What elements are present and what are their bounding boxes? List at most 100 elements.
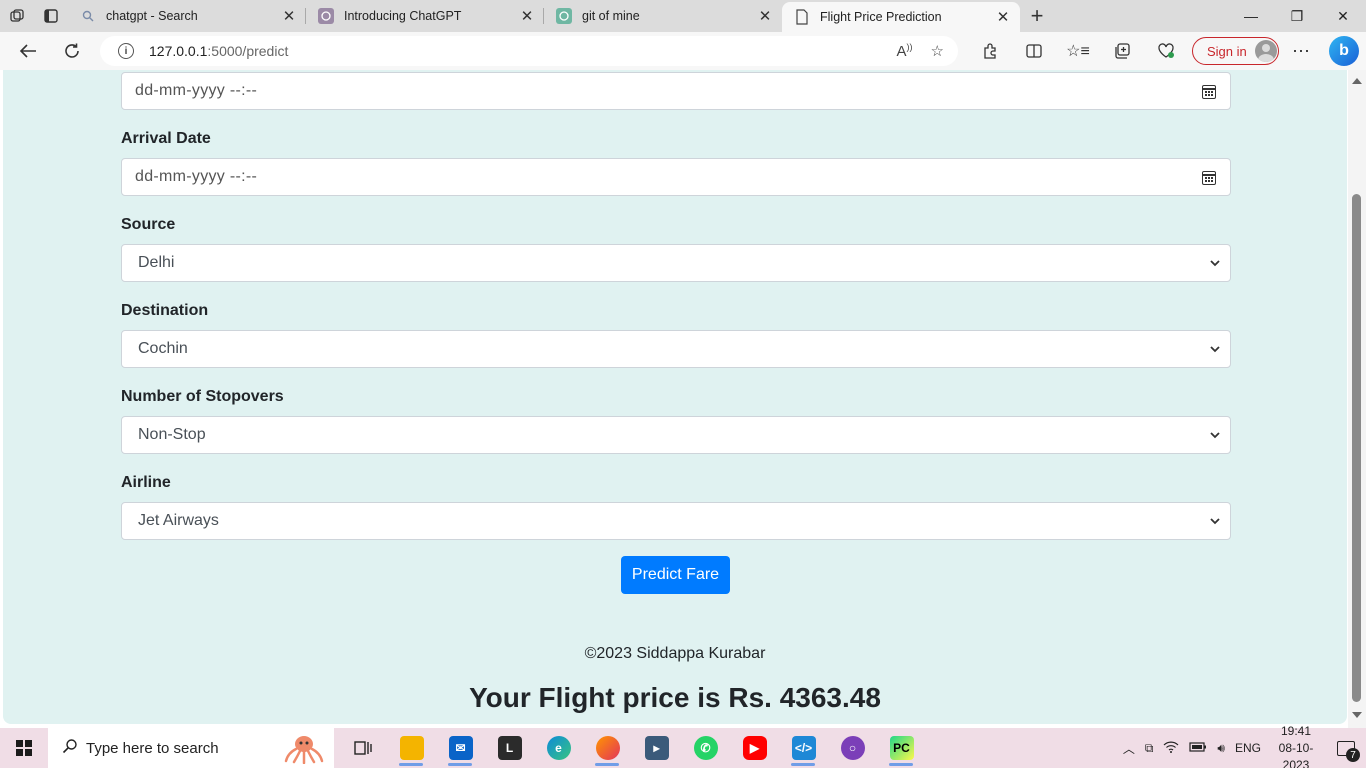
window-controls: — ❐ ✕: [1228, 0, 1366, 32]
favorites-icon[interactable]: ☆≡: [1056, 32, 1100, 70]
scroll-down-icon[interactable]: [1352, 712, 1362, 718]
chevron-down-icon: [1210, 346, 1220, 353]
collections-icon[interactable]: [1100, 32, 1144, 70]
tab-title: Introducing ChatGPT: [344, 9, 462, 23]
source-select[interactable]: Delhi: [121, 244, 1231, 282]
scrollbar-thumb[interactable]: [1352, 194, 1361, 702]
mail-icon[interactable]: ✉: [436, 728, 485, 768]
octopus-illustration-icon: [284, 736, 324, 764]
edge-browser-icon[interactable]: e: [534, 728, 583, 768]
toolbar-actions: ☆≡ Sign in ⋯ b: [968, 32, 1359, 70]
tab-git-of-mine[interactable]: git of mine ✕: [544, 0, 782, 32]
extensions-icon[interactable]: [968, 32, 1012, 70]
youtube-icon[interactable]: ▶: [730, 728, 779, 768]
meet-now-icon[interactable]: ⧉: [1140, 741, 1159, 756]
tab-chatgpt-search[interactable]: chatgpt - Search ✕: [68, 0, 306, 32]
flight-form-page: dd-mm-yyyy --:-- Arrival Date dd-mm-yyyy…: [3, 70, 1347, 724]
close-tab-icon[interactable]: ✕: [994, 8, 1012, 26]
notification-center-icon[interactable]: 7: [1326, 728, 1366, 768]
predict-fare-button[interactable]: Predict Fare: [621, 556, 730, 594]
restore-icon[interactable]: ❐: [1274, 0, 1320, 32]
source-value: Delhi: [138, 254, 175, 271]
split-screen-icon[interactable]: [1012, 32, 1056, 70]
openai-icon: [556, 8, 572, 24]
show-hidden-icons-icon[interactable]: ︿: [1118, 740, 1140, 757]
taskbar-search-box[interactable]: Type here to search: [48, 728, 334, 768]
tab-title: chatgpt - Search: [106, 9, 198, 23]
search-icon: [62, 738, 78, 759]
clock-date: 08-10-2023: [1278, 740, 1314, 768]
destination-label: Destination: [121, 302, 209, 319]
page-scrollbar[interactable]: [1348, 70, 1366, 728]
destination-value: Cochin: [138, 340, 188, 357]
site-info-icon[interactable]: i: [118, 43, 134, 59]
page-viewport: dd-mm-yyyy --:-- Arrival Date dd-mm-yyyy…: [0, 70, 1366, 728]
destination-select[interactable]: Cochin: [121, 330, 1231, 368]
close-tab-icon[interactable]: ✕: [756, 7, 774, 25]
favorite-star-icon[interactable]: ☆: [931, 42, 944, 60]
address-bar[interactable]: i 127.0.0.1:5000/predict A)) ☆: [100, 36, 958, 66]
clock-time: 19:41: [1280, 723, 1312, 738]
new-tab-icon[interactable]: +: [1020, 0, 1054, 32]
calendar-icon[interactable]: [1202, 171, 1216, 185]
volume-icon[interactable]: 🔊︎: [1212, 741, 1230, 756]
source-label: Source: [121, 216, 176, 233]
vscode-icon[interactable]: </>: [779, 728, 828, 768]
openai-icon: [318, 8, 334, 24]
airline-label: Airline: [121, 474, 171, 491]
notification-count: 7: [1346, 748, 1360, 762]
taskbar-apps: ✉ L e ▸ ✆ ▶ </> ○ PC: [338, 728, 926, 768]
windows-logo-icon: [16, 740, 32, 756]
battery-icon[interactable]: [1184, 741, 1212, 755]
language-indicator[interactable]: ENG: [1230, 741, 1266, 755]
system-tray: ︿ ⧉ 🔊︎ ENG 19:41 08-10-2023 7: [1118, 724, 1366, 768]
minimize-icon[interactable]: —: [1228, 0, 1274, 32]
airline-value: Jet Airways: [138, 512, 219, 529]
task-view-icon[interactable]: [338, 728, 387, 768]
close-tab-icon[interactable]: ✕: [280, 7, 298, 25]
back-icon[interactable]: [6, 32, 50, 70]
sign-in-label: Sign in: [1207, 43, 1247, 59]
close-window-icon[interactable]: ✕: [1320, 0, 1366, 32]
bing-copilot-icon[interactable]: b: [1329, 36, 1359, 66]
sign-in-button[interactable]: Sign in: [1192, 37, 1279, 65]
url-text: 127.0.0.1:5000/predict: [149, 43, 289, 59]
start-button[interactable]: [0, 728, 48, 768]
whatsapp-icon[interactable]: ✆: [681, 728, 730, 768]
stopovers-select[interactable]: Non-Stop: [121, 416, 1231, 454]
tab-flight-price-prediction[interactable]: Flight Price Prediction ✕: [782, 2, 1020, 32]
browser-essentials-icon[interactable]: [1144, 32, 1188, 70]
workspaces-icon[interactable]: [0, 0, 34, 32]
scroll-up-icon[interactable]: [1352, 78, 1362, 84]
tab-title: Flight Price Prediction: [820, 10, 942, 24]
tab-actions-icon[interactable]: [34, 0, 68, 32]
taskbar-clock[interactable]: 19:41 08-10-2023: [1266, 723, 1326, 768]
more-options-icon[interactable]: ⋯: [1279, 32, 1323, 70]
read-aloud-icon[interactable]: A)): [897, 42, 913, 60]
snipping-tool-icon[interactable]: ▸: [632, 728, 681, 768]
avatar: [1254, 40, 1277, 62]
tab-title: git of mine: [582, 9, 640, 23]
arrival-date-label: Arrival Date: [121, 130, 211, 147]
arrival-date-input[interactable]: dd-mm-yyyy --:--: [121, 158, 1231, 196]
search-icon: [80, 8, 96, 24]
firefox-icon[interactable]: [583, 728, 632, 768]
wifi-icon[interactable]: [1158, 741, 1184, 756]
file-explorer-icon[interactable]: [387, 728, 436, 768]
libreoffice-icon[interactable]: L: [485, 728, 534, 768]
chevron-down-icon: [1210, 518, 1220, 525]
airline-select[interactable]: Jet Airways: [121, 502, 1231, 540]
prediction-result: Your Flight price is Rs. 4363.48: [469, 682, 881, 713]
tab-introducing-chatgpt[interactable]: Introducing ChatGPT ✕: [306, 0, 544, 32]
github-desktop-icon[interactable]: ○: [828, 728, 877, 768]
search-placeholder: Type here to search: [86, 739, 219, 757]
refresh-icon[interactable]: [50, 32, 94, 70]
chevron-down-icon: [1210, 260, 1220, 267]
stopovers-value: Non-Stop: [138, 426, 206, 443]
windows-taskbar: Type here to search ✉ L e ▸ ✆ ▶ </> ○ PC…: [0, 724, 1366, 768]
pycharm-icon[interactable]: PC: [877, 728, 926, 768]
calendar-icon[interactable]: [1202, 85, 1216, 99]
browser-toolbar: i 127.0.0.1:5000/predict A)) ☆ ☆≡ Sign i…: [0, 32, 1366, 70]
close-tab-icon[interactable]: ✕: [518, 7, 536, 25]
departure-date-input[interactable]: dd-mm-yyyy --:--: [121, 72, 1231, 110]
